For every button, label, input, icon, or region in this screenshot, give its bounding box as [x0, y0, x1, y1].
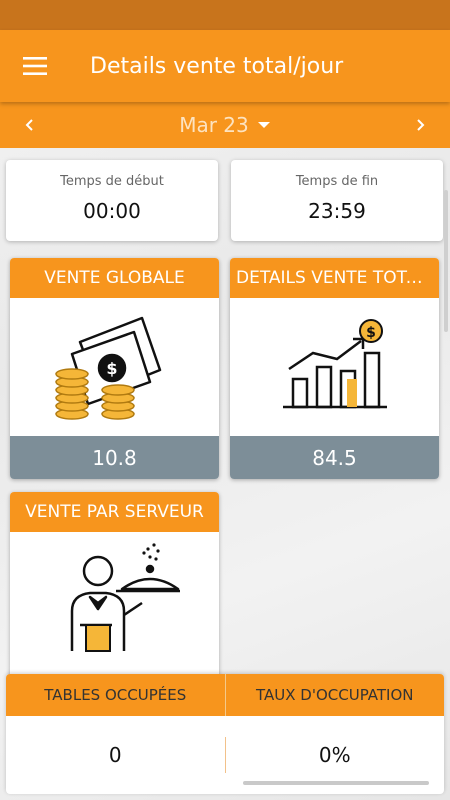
start-time-card[interactable]: Temps de début 00:00	[6, 160, 218, 241]
page-title: Details vente total/jour	[90, 53, 344, 79]
money-stack-icon: $	[54, 316, 161, 420]
waiter-icon	[70, 543, 180, 652]
svg-text:$: $	[366, 325, 376, 341]
caret-down-icon	[257, 122, 270, 128]
occupied-tables-label: TABLES OCCUPÉES	[6, 674, 226, 716]
app-bar: Details vente total/jour	[0, 30, 450, 102]
occupancy-rate-value: 0%	[318, 743, 351, 767]
daily-sales-details-title: DETAILS VENTE TOTAL/JOUR	[230, 258, 439, 298]
end-time-value: 23:59	[308, 199, 366, 223]
occupancy-rate-label: TAUX D'OCCUPATION	[256, 686, 414, 704]
status-bar	[0, 0, 450, 30]
vertical-scrollbar[interactable]	[444, 190, 448, 332]
end-time-card[interactable]: Temps de fin 23:59	[231, 160, 443, 241]
hamburger-menu-icon	[23, 57, 47, 75]
start-time-value: 00:00	[83, 199, 141, 223]
growth-chart-icon: $	[282, 319, 387, 409]
previous-date-button[interactable]	[18, 113, 42, 137]
occupied-tables-value: 0	[6, 737, 226, 773]
sales-by-server-title: VENTE PAR SERVEUR	[10, 492, 219, 532]
next-date-button[interactable]	[408, 113, 432, 137]
global-sales-value: 10.8	[10, 436, 219, 479]
sales-by-server-card[interactable]: VENTE PAR SERVEUR	[10, 492, 219, 682]
chevron-left-icon	[25, 119, 33, 131]
global-sales-title: VENTE GLOBALE	[10, 258, 219, 298]
menu-button[interactable]	[0, 30, 70, 102]
svg-text:$: $	[106, 359, 117, 378]
global-sales-card[interactable]: VENTE GLOBALE $ 10.8	[10, 258, 219, 479]
daily-sales-details-card[interactable]: DETAILS VENTE TOTAL/JOUR $ 84.5	[230, 258, 439, 479]
start-time-label: Temps de début	[60, 174, 164, 189]
daily-sales-details-value: 84.5	[230, 436, 439, 479]
date-navigation: Mar 23	[0, 102, 450, 148]
date-selector[interactable]: Mar 23	[179, 113, 271, 137]
horizontal-scrollbar[interactable]	[243, 781, 429, 785]
selected-date: Mar 23	[179, 113, 249, 137]
end-time-label: Temps de fin	[295, 174, 379, 189]
occupancy-panel: TABLES OCCUPÉES TAUX D'OCCUPATION 0 0%	[6, 674, 444, 794]
chevron-right-icon	[417, 119, 425, 131]
